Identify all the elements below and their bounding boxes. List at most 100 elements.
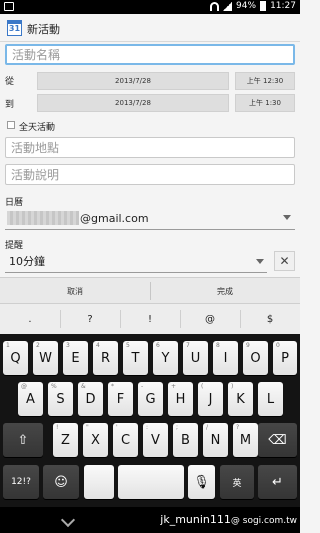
allday-label: 全天活動	[19, 123, 56, 133]
key-hint: 1	[6, 342, 10, 349]
clock: 11:27	[270, 1, 296, 11]
key-k[interactable]: ) K	[228, 382, 253, 416]
key-d[interactable]: & D	[78, 382, 103, 416]
key-label: H	[175, 391, 186, 407]
description-input[interactable]: 活動說明	[5, 164, 295, 185]
key-q[interactable]: 1Q	[3, 341, 28, 375]
screenshot-icon	[4, 2, 14, 11]
key-hint: 5	[126, 342, 130, 349]
key-label: M	[239, 432, 252, 448]
number-symbol-key[interactable]: 12!?	[3, 465, 39, 499]
calendar-label: 日曆	[5, 198, 24, 208]
key-p[interactable]: 0P	[273, 341, 297, 375]
calendar-app-icon[interactable]: 31	[7, 20, 22, 36]
calendar-spinner[interactable]: @gmail.com	[76, 209, 276, 227]
hide-keyboard-chevron-icon[interactable]	[60, 512, 76, 528]
reminder-value: 10分鐘	[9, 255, 45, 268]
from-time-button[interactable]: 上午 12:30	[235, 72, 295, 90]
key-o[interactable]: 9O	[243, 341, 268, 375]
key-label: R	[100, 350, 111, 366]
key-h[interactable]: + H	[168, 382, 193, 416]
reminder-spinner[interactable]: 10分鐘	[5, 252, 265, 270]
symbol-key[interactable]: @	[180, 304, 240, 334]
description-placeholder: 活動說明	[11, 168, 60, 182]
key-blank-left[interactable]	[84, 465, 114, 499]
backspace-key[interactable]: ⌫	[258, 423, 297, 457]
to-time-button[interactable]: 上午 1:30	[235, 94, 295, 112]
key-a[interactable]: @ A	[18, 382, 43, 416]
key-hint: 8	[216, 342, 220, 349]
key-hint: "	[86, 424, 89, 431]
key-label: G	[145, 391, 156, 407]
key-m[interactable]: ? M	[233, 423, 258, 457]
calendar-dropdown-icon	[283, 215, 291, 220]
key-hint: 9	[246, 342, 250, 349]
key-s[interactable]: % S	[48, 382, 73, 416]
allday-checkbox[interactable]	[7, 121, 15, 129]
emoji-key[interactable]: ☺	[43, 465, 79, 499]
symbol-key[interactable]: !	[120, 304, 180, 334]
language-key[interactable]: 英	[220, 465, 254, 499]
key-v[interactable]: :V	[143, 423, 168, 457]
key-z[interactable]: ! Z	[53, 423, 78, 457]
key-label: F	[116, 391, 125, 407]
key-b[interactable]: ; B	[173, 423, 198, 457]
to-date-button[interactable]: 2013/7/28	[37, 94, 229, 112]
confirm-bar: 取消 完成	[0, 277, 300, 304]
key-hint: 0	[276, 342, 280, 349]
key-u[interactable]: 7U	[183, 341, 208, 375]
event-title-input[interactable]: 活動名稱	[5, 44, 295, 65]
to-label: 到	[5, 100, 15, 110]
key-r[interactable]: 4R	[93, 341, 118, 375]
key-hint: 3	[66, 342, 70, 349]
key-x[interactable]: " X	[83, 423, 108, 457]
done-button[interactable]: 完成	[150, 278, 300, 304]
signal-icon	[223, 1, 233, 11]
symbol-key[interactable]: ?	[60, 304, 120, 334]
number-symbol-label: 12!?	[11, 477, 31, 487]
key-label: A	[26, 391, 35, 407]
from-date-button[interactable]: 2013/7/28	[37, 72, 229, 90]
shift-key[interactable]: ⇧	[3, 423, 43, 457]
battery-percent: 94%	[236, 1, 257, 11]
key-hint: -	[141, 383, 144, 390]
emoji-icon: ☺	[54, 474, 68, 490]
key-label: E	[71, 350, 80, 366]
key-label: L	[266, 391, 275, 407]
microphone-icon: 🎙	[193, 474, 210, 490]
key-hint: 2	[36, 342, 40, 349]
key-n[interactable]: / N	[203, 423, 228, 457]
key-g[interactable]: -G	[138, 382, 163, 416]
key-hint: (	[201, 383, 204, 390]
enter-key[interactable]: ↵	[258, 465, 297, 499]
voice-input-key[interactable]: 🎙	[188, 465, 215, 499]
key-t[interactable]: 5T	[123, 341, 148, 375]
key-i[interactable]: 8I	[213, 341, 238, 375]
key-label: Y	[161, 350, 170, 366]
symbol-key[interactable]: $	[240, 304, 300, 334]
key-j[interactable]: (J	[198, 382, 223, 416]
key-f[interactable]: * F	[108, 382, 133, 416]
location-input[interactable]: 活動地點	[5, 137, 295, 158]
remove-reminder-button[interactable]: ✕	[274, 251, 295, 271]
close-icon: ✕	[279, 254, 290, 268]
cancel-button[interactable]: 取消	[0, 278, 150, 304]
key-hint: !	[56, 424, 59, 431]
key-y[interactable]: 6Y	[153, 341, 178, 375]
key-hint: /	[206, 424, 209, 431]
key-e[interactable]: 3E	[63, 341, 88, 375]
space-key[interactable]	[118, 465, 184, 499]
calendar-underline	[5, 229, 295, 230]
key-hint: +	[171, 383, 177, 390]
key-label: I	[223, 350, 228, 366]
key-c[interactable]: ' C	[113, 423, 138, 457]
key-label: V	[151, 432, 160, 448]
wifi-icon	[210, 1, 220, 11]
symbol-row: . ? ! @ $	[0, 304, 300, 334]
calendar-value: @gmail.com	[80, 211, 149, 225]
key-label: Z	[61, 432, 70, 448]
key-hint: ?	[236, 424, 240, 431]
key-w[interactable]: 2W	[33, 341, 58, 375]
symbol-key[interactable]: .	[0, 304, 60, 334]
key-l[interactable]: L	[258, 382, 283, 416]
